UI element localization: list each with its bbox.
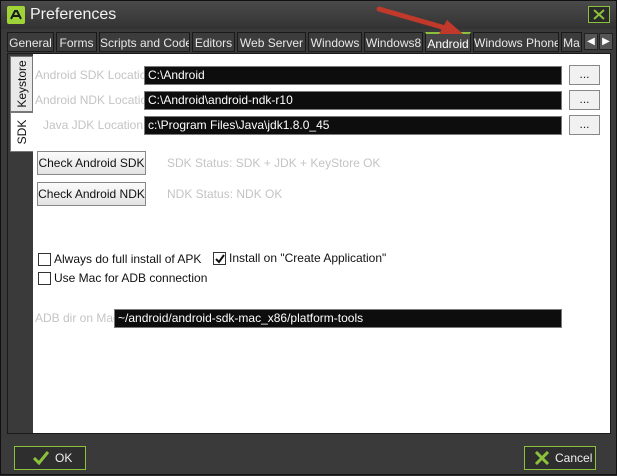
ok-label: OK — [55, 451, 73, 465]
cancel-button[interactable]: Cancel — [524, 446, 596, 470]
browse-java-jdk-button[interactable]: ... — [569, 115, 600, 135]
tab-forms[interactable]: Forms — [56, 32, 97, 52]
side-tab-keystore-label: Keystore — [14, 60, 29, 108]
java-jdk-location-field[interactable]: c:\Program Files\Java\jdk1.8.0_45 — [144, 116, 562, 135]
ok-button[interactable]: OK — [14, 446, 86, 470]
full-install-label: Always do full install of APK — [54, 252, 202, 266]
use-mac-adb-label: Use Mac for ADB connection — [54, 271, 208, 285]
tab-windows8[interactable]: Windows8 — [364, 32, 423, 52]
tab-scroll-left-button[interactable]: ◀ — [584, 33, 598, 50]
full-install-checkbox[interactable] — [38, 253, 51, 266]
tab-windows-phone[interactable]: Windows Phone — [473, 32, 559, 52]
ndk-status-text: NDK Status: NDK OK — [167, 187, 283, 201]
preferences-window: Preferences General Forms Scripts and Co… — [0, 0, 617, 475]
android-sdk-location-label: Android SDK Location — [35, 68, 154, 82]
title-bar: Preferences — [1, 1, 616, 29]
cancel-label: Cancel — [555, 451, 593, 465]
check-android-sdk-button[interactable]: Check Android SDK — [37, 151, 146, 175]
android-ndk-location-label: Android NDK Location — [35, 93, 154, 107]
cross-icon — [534, 451, 550, 465]
tab-scripts-and-code[interactable]: Scripts and Code — [99, 32, 190, 52]
sdk-panel: Android SDK Location C:\Android ... Andr… — [33, 54, 610, 433]
tab-windows[interactable]: Windows — [308, 32, 362, 52]
tab-scroll-right-button[interactable]: ▶ — [599, 33, 613, 50]
use-mac-adb-checkbox[interactable] — [38, 272, 51, 285]
check-android-ndk-button[interactable]: Check Android NDK — [37, 182, 146, 206]
tab-android[interactable]: Android — [425, 32, 471, 52]
install-on-create-checkbox[interactable] — [213, 252, 226, 265]
tab-mac[interactable]: Ma — [561, 32, 582, 52]
window-title: Preferences — [30, 6, 117, 23]
chevron-right-icon: ▶ — [602, 36, 610, 47]
app-logo-icon — [7, 6, 25, 24]
browse-android-ndk-button[interactable]: ... — [569, 90, 600, 110]
java-jdk-location-label: Java JDK Location — [42, 118, 143, 132]
android-sdk-location-field[interactable]: C:\Android — [144, 66, 562, 85]
adb-dir-field[interactable]: ~/android/android-sdk-mac_x86/platform-t… — [114, 309, 562, 328]
android-tab-content: Keystore SDK Android SDK Location C:\And… — [7, 53, 611, 434]
browse-android-sdk-button[interactable]: ... — [569, 65, 600, 85]
install-on-create-label: Install on "Create Application" — [229, 251, 387, 265]
side-tab-sdk-label: SDK — [15, 119, 29, 145]
checkmark-icon — [33, 451, 49, 465]
tab-bar: General Forms Scripts and Code Editors W… — [7, 31, 613, 53]
android-ndk-location-field[interactable]: C:\Android\android-ndk-r10 — [144, 91, 562, 110]
sdk-status-text: SDK Status: SDK + JDK + KeyStore OK — [167, 156, 381, 170]
side-tab-keystore[interactable]: Keystore — [10, 56, 33, 112]
tab-editors[interactable]: Editors — [192, 32, 235, 52]
adb-dir-label: ADB dir on Mac — [35, 311, 120, 325]
checkmark-icon — [215, 254, 225, 264]
chevron-left-icon: ◀ — [587, 36, 595, 47]
close-button[interactable] — [588, 6, 610, 23]
close-icon — [593, 9, 605, 20]
side-tab-bar: Keystore SDK — [8, 54, 33, 433]
side-tab-sdk[interactable]: SDK — [10, 112, 33, 152]
tab-web-server[interactable]: Web Server — [237, 32, 306, 52]
tab-general[interactable]: General — [7, 32, 54, 52]
